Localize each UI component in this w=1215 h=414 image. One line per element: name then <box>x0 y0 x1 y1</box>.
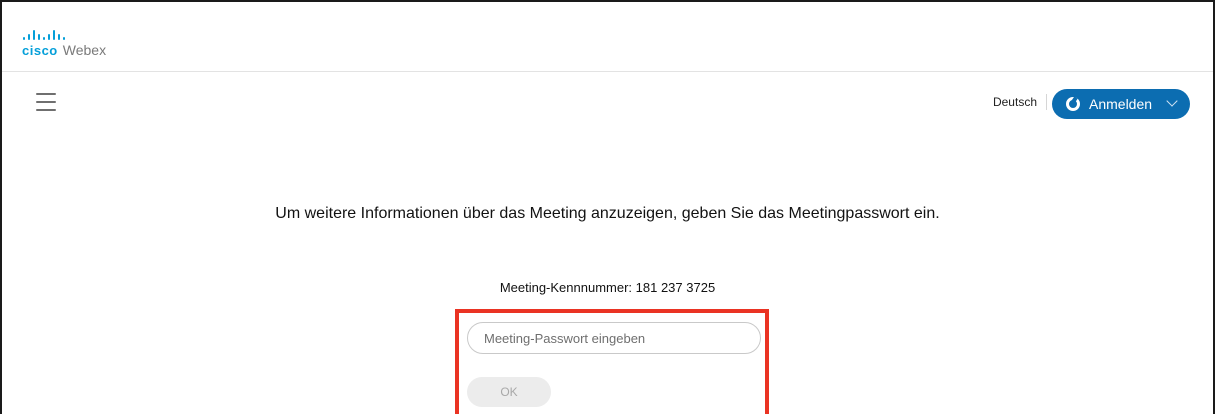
webex-icon <box>1066 97 1080 111</box>
signin-label: Anmelden <box>1089 96 1153 112</box>
hamburger-menu-icon[interactable] <box>36 93 56 111</box>
cisco-webex-logo: cisco Webex <box>22 30 106 58</box>
meeting-password-input[interactable] <box>467 322 761 354</box>
language-selector[interactable]: Deutsch <box>993 95 1037 109</box>
cisco-bars-icon <box>23 30 106 40</box>
chevron-down-icon[interactable] <box>1166 95 1178 107</box>
meeting-id: Meeting-Kennnummer: 181 237 3725 <box>499 280 716 295</box>
header-divider <box>1046 94 1047 110</box>
product-name: Webex <box>62 42 107 58</box>
brand-bar: cisco Webex <box>2 2 1213 72</box>
cisco-wordmark: cisco <box>22 43 58 58</box>
ok-button[interactable]: OK <box>467 377 551 407</box>
signin-button[interactable]: Anmelden <box>1052 89 1190 119</box>
password-prompt: Um weitere Informationen über das Meetin… <box>275 205 940 222</box>
top-navigation: Deutsch Anmelden <box>2 73 1213 133</box>
